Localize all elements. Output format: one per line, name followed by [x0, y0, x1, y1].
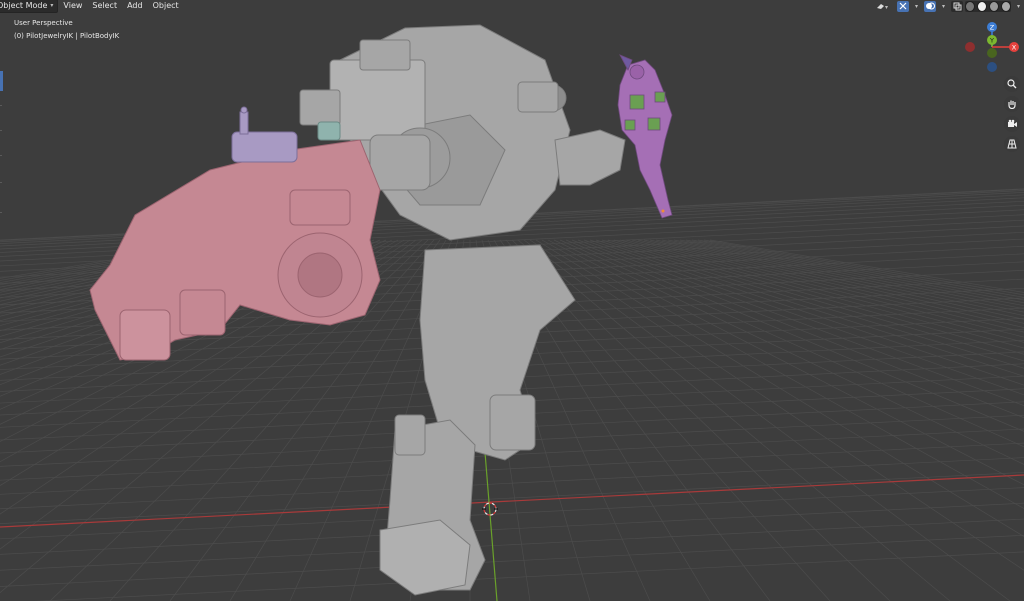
viewport-header: Object Mode ▾ View Select Add Object	[0, 0, 184, 13]
menu-view[interactable]: View	[58, 0, 87, 12]
mode-selector[interactable]: Object Mode ▾	[0, 0, 59, 13]
3d-viewport[interactable]	[0, 0, 1024, 601]
chevron-down-icon[interactable]: ▾	[911, 1, 922, 12]
toolbar-divider	[0, 155, 2, 156]
hand-grip	[317, 121, 341, 141]
origin-point	[661, 209, 665, 213]
toolbar-divider	[0, 105, 2, 106]
scene-canvas[interactable]	[0, 0, 1024, 601]
gizmo-neg-z-axis[interactable]	[987, 62, 997, 72]
gizmo-icon[interactable]	[897, 0, 909, 12]
solid-shading-icon[interactable]	[977, 0, 987, 12]
shading-buttons	[965, 0, 1011, 12]
perspective-label: User Perspective	[14, 19, 73, 27]
toolbar-divider	[0, 130, 2, 131]
gizmo-x-label: X	[1012, 44, 1017, 52]
zoom-icon[interactable]	[1004, 76, 1020, 92]
camera-icon[interactable]	[1004, 116, 1020, 132]
navigation-gizmo[interactable]: Z Y X	[962, 18, 1024, 74]
view-object-types-icon[interactable]: ▾	[873, 1, 895, 12]
chevron-down-icon[interactable]: ▾	[1013, 1, 1024, 12]
menu-object[interactable]: Object	[148, 0, 184, 12]
svg-text:▾: ▾	[885, 4, 888, 11]
rendered-shading-icon[interactable]	[1001, 0, 1011, 12]
grid-view-icon[interactable]	[1004, 136, 1020, 152]
toolbar-divider	[0, 212, 2, 213]
toolbar-active-indicator	[0, 71, 3, 91]
mode-label: Object Mode	[0, 1, 48, 10]
gizmo-z-label: Z	[990, 24, 995, 32]
menu-add[interactable]: Add	[122, 0, 148, 12]
gizmo-neg-y-axis[interactable]	[987, 48, 997, 58]
menu-select[interactable]: Select	[87, 0, 122, 12]
chevron-down-icon: ▾	[50, 2, 54, 9]
gizmo-neg-x-axis[interactable]	[965, 42, 975, 52]
overlays-icon[interactable]	[924, 0, 936, 12]
collection-label: (0) PilotJewelryIK | PilotBodyIK	[14, 32, 120, 40]
wireframe-shading-icon[interactable]	[965, 0, 975, 12]
material-shading-icon[interactable]	[989, 0, 999, 12]
hand-icon[interactable]	[1004, 96, 1020, 112]
chevron-down-icon[interactable]: ▾	[938, 1, 949, 12]
viewport-header-right: ▾ ▾ ▾ ▾	[873, 0, 1024, 12]
xray-icon[interactable]	[951, 0, 963, 12]
toolbar-divider	[0, 182, 2, 183]
gizmo-y-label: Y	[989, 37, 994, 45]
